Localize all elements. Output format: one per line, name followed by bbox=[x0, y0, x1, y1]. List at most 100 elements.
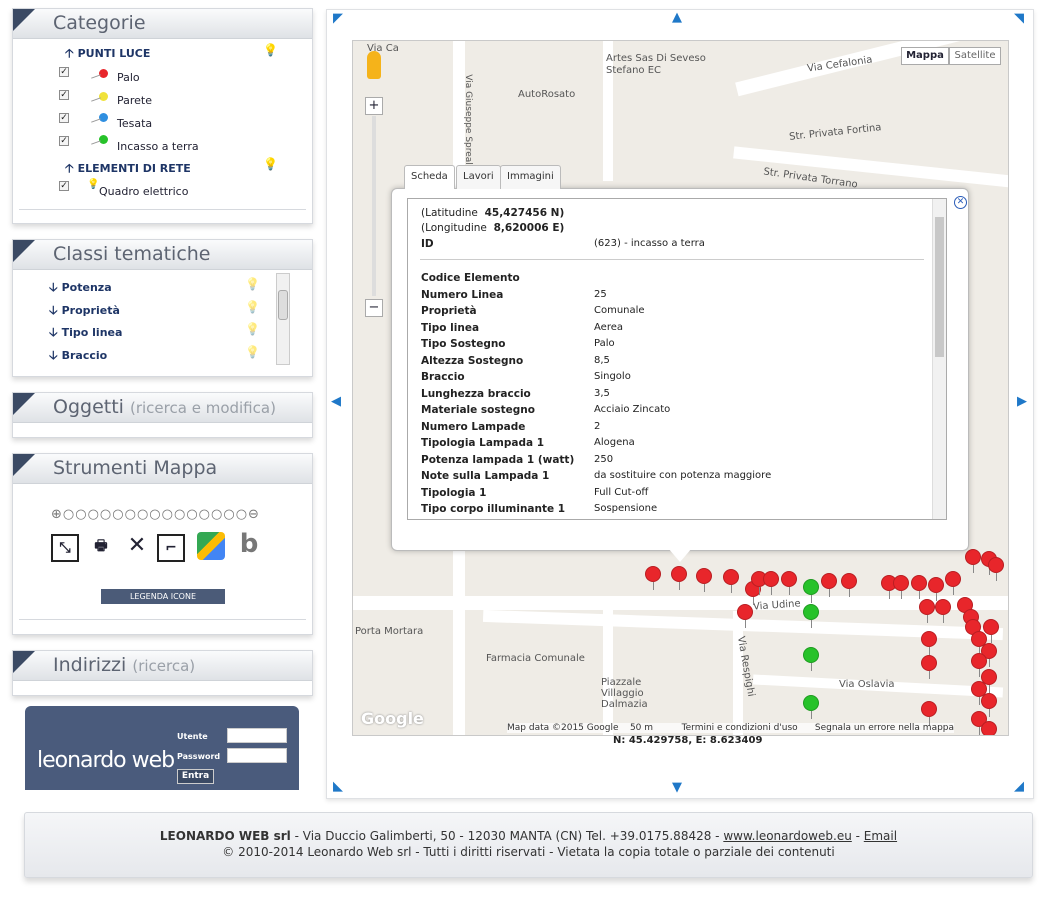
password-label: Password bbox=[177, 752, 221, 761]
field-value: Alogena bbox=[594, 437, 635, 448]
strumenti-header[interactable]: Strumenti Mappa bbox=[13, 454, 312, 484]
bulb-icon[interactable]: 💡 bbox=[245, 345, 260, 359]
map-pin[interactable] bbox=[737, 604, 753, 628]
legenda-icone-button[interactable]: LEGENDA ICONE bbox=[101, 589, 225, 604]
nav-topleft-icon[interactable]: ◤ bbox=[333, 11, 343, 26]
field-value: 250 bbox=[594, 453, 614, 465]
group-elementi-rete[interactable]: 🡡 ELEMENTI DI RETE bbox=[65, 159, 191, 180]
zoom-slider[interactable]: ⊕○○○○○○○○○○○○○○○⊖ bbox=[51, 507, 277, 522]
map-pin[interactable] bbox=[971, 653, 987, 677]
nav-up-icon[interactable]: ▲ bbox=[672, 10, 682, 25]
tab-immagini[interactable]: Immagini bbox=[500, 165, 561, 189]
map-pin[interactable] bbox=[803, 579, 819, 603]
checkbox-incasso[interactable]: ✓ bbox=[59, 136, 69, 146]
map-pin[interactable] bbox=[803, 647, 819, 671]
field-value: Comunale bbox=[594, 305, 645, 316]
satellite-type-button[interactable]: Satellite bbox=[949, 47, 1001, 65]
checkbox-parete[interactable]: ✓ bbox=[59, 90, 69, 100]
popup-scrollbar[interactable] bbox=[932, 199, 946, 519]
map-pin[interactable] bbox=[696, 568, 712, 592]
password-input[interactable] bbox=[227, 748, 287, 763]
pin-red-icon bbox=[99, 69, 108, 78]
map-pin[interactable] bbox=[921, 631, 937, 655]
indirizzi-header[interactable]: Indirizzi (ricerca) bbox=[13, 651, 312, 681]
nav-bottomleft-icon[interactable]: ◣ bbox=[333, 779, 343, 794]
map-pin[interactable] bbox=[803, 604, 819, 628]
tab-lavori[interactable]: Lavori bbox=[456, 165, 501, 189]
checkbox-quadro[interactable]: ✓ bbox=[59, 181, 69, 191]
checkbox-tesata[interactable]: ✓ bbox=[59, 113, 69, 123]
street-label: Via Giuseppe Sprealico bbox=[462, 74, 473, 178]
id-label: ID bbox=[421, 238, 434, 250]
clear-icon[interactable]: ✕ bbox=[123, 534, 151, 562]
map-pin[interactable] bbox=[983, 619, 999, 643]
bing-icon[interactable]: b bbox=[235, 531, 263, 560]
classe-potenza[interactable]: 🡣 Potenza bbox=[49, 278, 112, 299]
map-pin[interactable] bbox=[988, 557, 1004, 581]
classe-braccio[interactable]: 🡣 Braccio bbox=[49, 346, 107, 367]
map-pin[interactable] bbox=[803, 695, 819, 719]
scroll-thumb[interactable] bbox=[935, 217, 944, 357]
scroll-thumb[interactable] bbox=[278, 290, 288, 320]
classi-scrollbar[interactable] bbox=[276, 273, 290, 365]
measure-icon[interactable]: ⌐ bbox=[157, 534, 185, 562]
map-pin[interactable] bbox=[919, 599, 935, 623]
zoom-out-button[interactable]: − bbox=[365, 299, 383, 317]
email-link[interactable]: Email bbox=[864, 829, 897, 843]
classe-tipo-linea[interactable]: 🡣 Tipo linea bbox=[49, 323, 122, 344]
site-link[interactable]: www.leonardoweb.eu bbox=[723, 829, 851, 843]
categorie-header[interactable]: Categorie bbox=[13, 9, 312, 39]
bulb-icon[interactable]: 💡 bbox=[245, 300, 260, 314]
print-icon[interactable]: 🖶 bbox=[87, 534, 115, 562]
map-pin[interactable] bbox=[928, 577, 944, 601]
classe-proprieta[interactable]: 🡣 Proprietà bbox=[49, 301, 120, 322]
popup-close-icon[interactable]: ✕ bbox=[954, 196, 967, 209]
bulb-icon[interactable]: 💡 bbox=[245, 322, 260, 336]
map-pin[interactable] bbox=[893, 575, 909, 599]
map-pin[interactable] bbox=[781, 571, 797, 595]
map-pin[interactable] bbox=[911, 575, 927, 599]
google-maps-icon[interactable] bbox=[197, 532, 225, 560]
map-pin[interactable] bbox=[981, 693, 997, 717]
zoom-track[interactable] bbox=[372, 116, 376, 296]
checkbox-palo[interactable]: ✓ bbox=[59, 67, 69, 77]
user-input[interactable] bbox=[227, 728, 287, 743]
bulb-icon[interactable]: 💡 bbox=[263, 157, 278, 171]
map-pin[interactable] bbox=[981, 721, 997, 735]
oggetti-title: Oggetti (ricerca e modifica) bbox=[53, 396, 276, 418]
group-punti-luce[interactable]: 🡡 PUNTI LUCE bbox=[65, 44, 150, 65]
map-pin[interactable] bbox=[965, 549, 981, 573]
oggetti-panel: Oggetti (ricerca e modifica) bbox=[12, 392, 313, 438]
map-pin[interactable] bbox=[821, 573, 837, 597]
map-pin[interactable] bbox=[763, 571, 779, 595]
oggetti-header[interactable]: Oggetti (ricerca e modifica) bbox=[13, 393, 312, 423]
nav-down-icon[interactable]: ▼ bbox=[672, 780, 682, 795]
map-pin[interactable] bbox=[723, 569, 739, 593]
nav-topright-icon[interactable]: ◥ bbox=[1014, 11, 1024, 26]
indirizzi-panel: Indirizzi (ricerca) bbox=[12, 650, 313, 696]
nav-left-icon[interactable]: ◀ bbox=[331, 394, 341, 409]
indirizzi-title: Indirizzi (ricerca) bbox=[53, 654, 196, 676]
bulb-icon[interactable]: 💡 bbox=[245, 277, 260, 291]
zoom-box-icon[interactable]: ⤡ bbox=[51, 534, 79, 562]
zoom-in-button[interactable]: + bbox=[365, 97, 383, 115]
pegman-icon[interactable] bbox=[367, 51, 381, 79]
map-pin[interactable] bbox=[921, 701, 937, 725]
map-pin[interactable] bbox=[921, 655, 937, 679]
map-pin[interactable] bbox=[671, 566, 687, 590]
map-pin[interactable] bbox=[945, 571, 961, 595]
tab-scheda[interactable]: Scheda bbox=[404, 165, 455, 189]
categorie-panel: Categorie 🡡 PUNTI LUCE 💡 ✓ Palo ✓ Parete … bbox=[12, 8, 313, 224]
bulb-icon[interactable]: 💡 bbox=[263, 43, 278, 57]
nav-bottomright-icon[interactable]: ◢ bbox=[1014, 779, 1024, 794]
map-pin[interactable] bbox=[645, 566, 661, 590]
entra-button[interactable]: Entra bbox=[177, 769, 214, 784]
user-label: Utente bbox=[177, 732, 208, 741]
map-pin[interactable] bbox=[935, 599, 951, 623]
classi-header[interactable]: Classi tematiche bbox=[13, 240, 312, 270]
map-type-button[interactable]: Mappa bbox=[901, 47, 949, 65]
pin-yellow-icon bbox=[99, 92, 108, 101]
field-value: Singolo bbox=[594, 371, 631, 382]
nav-right-icon[interactable]: ▶ bbox=[1017, 394, 1027, 409]
map-pin[interactable] bbox=[841, 573, 857, 597]
